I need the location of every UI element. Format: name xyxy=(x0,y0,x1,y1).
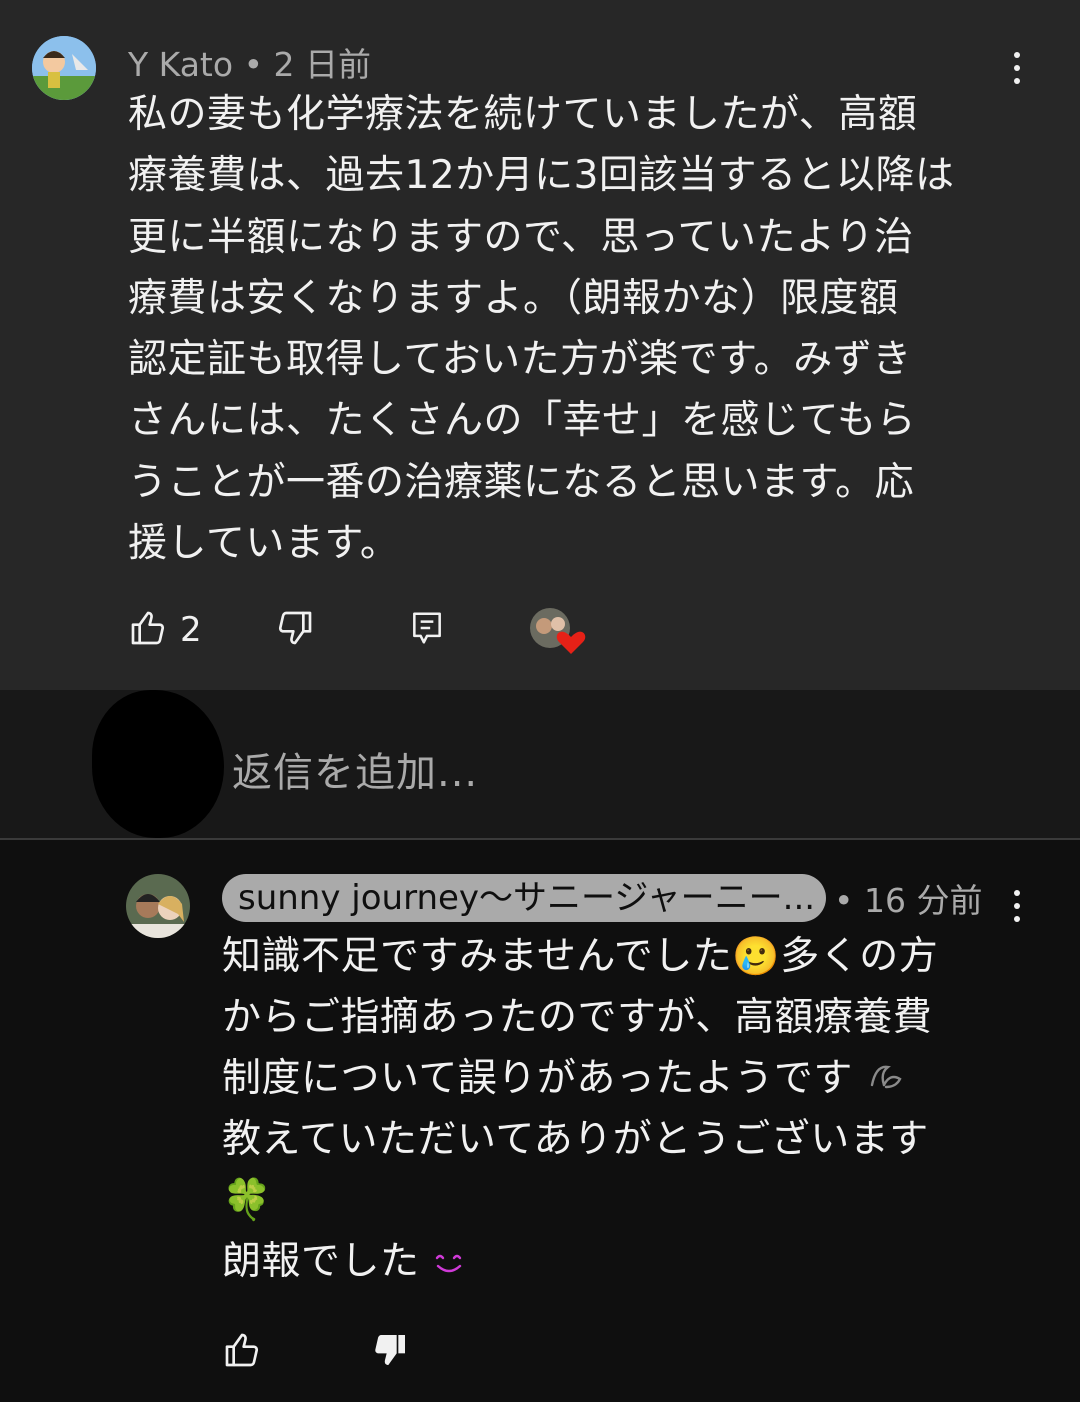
reply-line: 知識不足ですみませんでした xyxy=(222,934,733,979)
reply-line: 教えていただいてありがとうございます xyxy=(222,1117,929,1162)
thumbs-down-icon[interactable] xyxy=(275,608,315,652)
sweat-icon xyxy=(866,1050,906,1111)
divider xyxy=(0,838,1080,840)
tear-smile-icon: 🥲 xyxy=(732,934,781,978)
reply-text: 知識不足ですみませんでした🥲多くの方 からご指摘あったのですが、高額療養費 制度… xyxy=(222,926,1022,1292)
like-count: 2 xyxy=(180,610,202,650)
reply-line: 朗報でした xyxy=(222,1239,420,1284)
thumbs-up-icon[interactable] xyxy=(222,1330,262,1374)
reply-line: からご指摘あったのですが、高額療養費 xyxy=(222,995,933,1040)
reply-author-name[interactable]: sunny journey〜サニージャーニー... xyxy=(222,874,826,922)
smile-icon xyxy=(432,1233,466,1294)
reply-line: 多くの方 xyxy=(780,934,939,979)
reply-icon[interactable] xyxy=(408,608,446,652)
thumbs-down-filled-icon[interactable] xyxy=(370,1330,410,1374)
more-vert-icon[interactable] xyxy=(1013,890,1021,922)
meta-separator: • xyxy=(243,45,264,84)
comment-time: 2 日前 xyxy=(273,45,372,84)
user-avatar xyxy=(92,690,224,838)
meta-separator: • xyxy=(834,881,854,920)
reply-time: 16 分前 xyxy=(863,881,983,920)
commenter-avatar[interactable] xyxy=(32,36,96,100)
commenter-name[interactable]: Y Kato xyxy=(128,45,233,84)
reply-input[interactable]: 返信を追加... xyxy=(232,740,478,798)
more-vert-icon[interactable] xyxy=(1013,52,1021,84)
creator-heart-icon xyxy=(530,606,588,660)
clover-icon: 🍀 xyxy=(222,1177,273,1223)
thumbs-up-icon[interactable] xyxy=(128,608,168,652)
reply-line: 制度について誤りがあったようです xyxy=(222,1056,853,1101)
comment-text: 私の妻も化学療法を続けていましたが、高額 療養費は、過去12か月に3回該当すると… xyxy=(128,92,955,567)
reply-author-avatar[interactable] xyxy=(126,874,190,938)
